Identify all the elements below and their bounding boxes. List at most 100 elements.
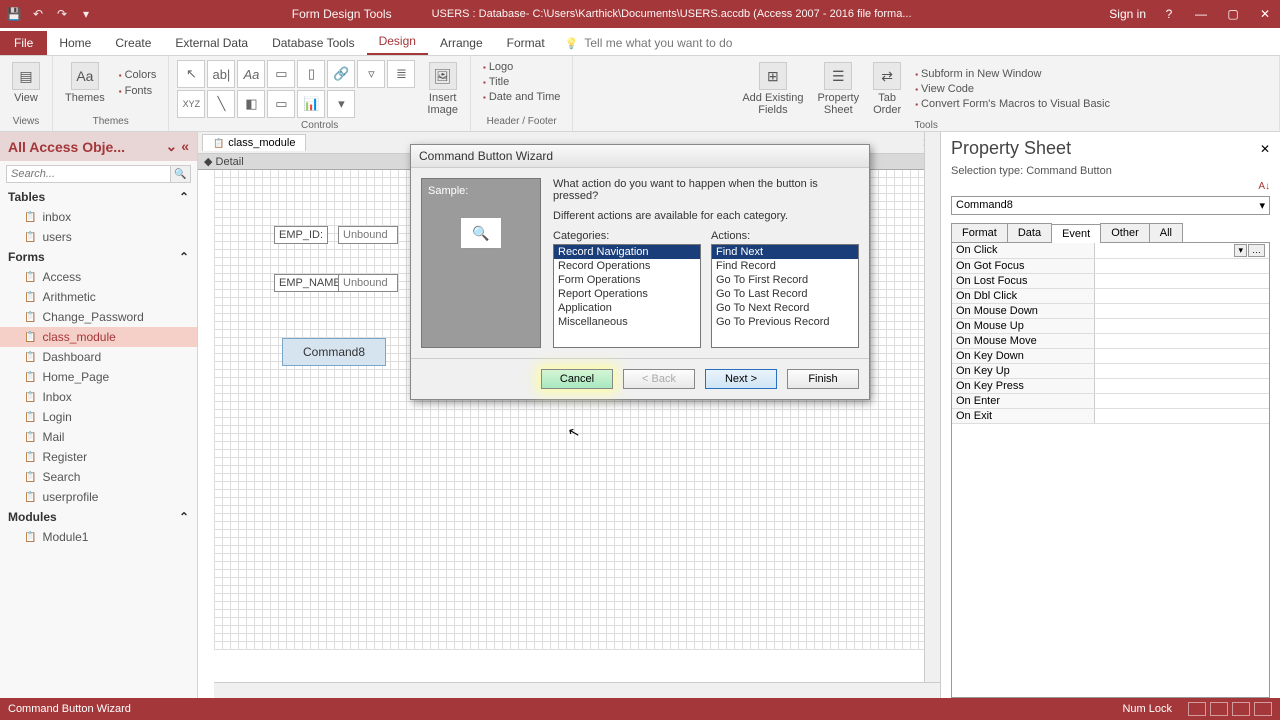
label-emp-id[interactable]: EMP_ID: xyxy=(274,226,328,244)
nav-item-users[interactable]: users xyxy=(0,227,197,247)
undo-icon[interactable]: ↶ xyxy=(30,6,46,22)
nav-dropdown-icon[interactable]: ⌄ xyxy=(165,138,177,155)
sort-icon[interactable]: A↓ xyxy=(1258,181,1270,192)
subform-newwindow-button[interactable]: Subform in New Window xyxy=(911,67,1114,81)
nav-category-tables[interactable]: Tables⌃ xyxy=(0,187,197,207)
view-code-button[interactable]: View Code xyxy=(911,82,1114,96)
minimize-icon[interactable]: — xyxy=(1192,5,1210,23)
property-tab-all[interactable]: All xyxy=(1149,223,1183,242)
tell-me-input[interactable]: Tell me what you want to do xyxy=(557,31,741,55)
nav-item-dashboard[interactable]: Dashboard xyxy=(0,347,197,367)
chart-control-icon[interactable]: 📊 xyxy=(297,90,325,118)
ribbon-tab-create[interactable]: Create xyxy=(103,31,163,55)
nav-header[interactable]: All Access Obje... ⌄« xyxy=(0,132,197,161)
signin-link[interactable]: Sign in xyxy=(1109,7,1146,21)
property-row[interactable]: On Enter xyxy=(952,394,1269,409)
categories-list[interactable]: Record NavigationRecord OperationsForm O… xyxy=(553,244,701,348)
file-tab[interactable]: File xyxy=(0,31,47,55)
list-item[interactable]: Miscellaneous xyxy=(554,315,700,329)
list-item[interactable]: Find Next xyxy=(712,245,858,259)
tab-control-icon[interactable]: ▯ xyxy=(297,60,325,88)
command8-button[interactable]: Command8 xyxy=(282,338,386,366)
property-row[interactable]: On Lost Focus xyxy=(952,274,1269,289)
view-button[interactable]: ▤View xyxy=(8,60,44,106)
list-item[interactable]: Record Operations xyxy=(554,259,700,273)
ribbon-tab-home[interactable]: Home xyxy=(47,31,103,55)
more-controls-icon[interactable]: ▾ xyxy=(327,90,355,118)
ribbon-tab-design[interactable]: Design xyxy=(367,29,428,55)
convert-macros-button[interactable]: Convert Form's Macros to Visual Basic xyxy=(911,97,1114,111)
nav-category-modules[interactable]: Modules⌃ xyxy=(0,507,197,527)
property-row[interactable]: On Click▾… xyxy=(952,243,1269,259)
textbox-emp-id[interactable]: Unbound xyxy=(338,226,398,244)
property-row[interactable]: On Mouse Move xyxy=(952,334,1269,349)
add-existing-fields-button[interactable]: ⊞Add Existing Fields xyxy=(738,60,807,118)
list-item[interactable]: Go To Last Record xyxy=(712,287,858,301)
redo-icon[interactable]: ↷ xyxy=(54,6,70,22)
list-item[interactable]: Go To Previous Record xyxy=(712,315,858,329)
vertical-scrollbar[interactable] xyxy=(924,132,940,682)
rect-control-icon[interactable]: ▭ xyxy=(267,90,295,118)
colors-button[interactable]: Colors xyxy=(115,68,161,82)
toggle-control-icon[interactable]: ◧ xyxy=(237,90,265,118)
list-item[interactable]: Form Operations xyxy=(554,273,700,287)
property-row[interactable]: On Got Focus xyxy=(952,259,1269,274)
list-item[interactable]: Record Navigation xyxy=(554,245,700,259)
property-row[interactable]: On Mouse Up xyxy=(952,319,1269,334)
nav-category-forms[interactable]: Forms⌃ xyxy=(0,247,197,267)
select-control-icon[interactable]: ↖ xyxy=(177,60,205,88)
tab-order-button[interactable]: ⇄Tab Order xyxy=(869,60,905,118)
line-control-icon[interactable]: ╲ xyxy=(207,90,235,118)
nav-item-inbox[interactable]: Inbox xyxy=(0,387,197,407)
ribbon-tab-database-tools[interactable]: Database Tools xyxy=(260,31,367,55)
actions-list[interactable]: Find NextFind RecordGo To First RecordGo… xyxy=(711,244,859,348)
nav-item-userprofile[interactable]: userprofile xyxy=(0,487,197,507)
property-row[interactable]: On Dbl Click xyxy=(952,289,1269,304)
textbox-emp-name[interactable]: Unbound xyxy=(338,274,398,292)
property-tab-event[interactable]: Event xyxy=(1051,224,1101,243)
controls-gallery[interactable]: ↖ ab| Aa ▭ ▯ 🔗 ▿ ≣ XYZ ╲ ◧ ▭ 📊 ▾ xyxy=(177,60,417,118)
nav-item-register[interactable]: Register xyxy=(0,447,197,467)
logo-button[interactable]: Logo xyxy=(479,60,564,74)
textbox-control-icon[interactable]: ab| xyxy=(207,60,235,88)
xyz-control-icon[interactable]: XYZ xyxy=(177,90,205,118)
nav-item-mail[interactable]: Mail xyxy=(0,427,197,447)
nav-item-home_page[interactable]: Home_Page xyxy=(0,367,197,387)
ribbon-tab-external-data[interactable]: External Data xyxy=(163,31,260,55)
nav-item-login[interactable]: Login xyxy=(0,407,197,427)
list-item[interactable]: Go To First Record xyxy=(712,273,858,287)
property-row[interactable]: On Exit xyxy=(952,409,1269,424)
search-icon[interactable]: 🔍 xyxy=(171,165,191,183)
title-button[interactable]: Title xyxy=(479,75,564,89)
property-sheet-button[interactable]: ☰Property Sheet xyxy=(814,60,864,118)
restore-icon[interactable]: ▢ xyxy=(1224,5,1242,23)
cancel-button[interactable]: Cancel xyxy=(541,369,613,389)
nav-item-change_password[interactable]: Change_Password xyxy=(0,307,197,327)
property-tab-other[interactable]: Other xyxy=(1100,223,1150,242)
view-switcher[interactable] xyxy=(1188,702,1272,716)
list-item[interactable]: Go To Next Record xyxy=(712,301,858,315)
list-item[interactable]: Find Record xyxy=(712,259,858,273)
nav-item-access[interactable]: Access xyxy=(0,267,197,287)
close-window-icon[interactable]: ✕ xyxy=(1256,5,1274,23)
save-icon[interactable]: 💾 xyxy=(6,6,22,22)
fonts-button[interactable]: Fonts xyxy=(115,84,161,98)
nav-item-search[interactable]: Search xyxy=(0,467,197,487)
horizontal-scrollbar[interactable] xyxy=(214,682,940,698)
finish-button[interactable]: Finish xyxy=(787,369,859,389)
combo-control-icon[interactable]: ▿ xyxy=(357,60,385,88)
property-row[interactable]: On Mouse Down xyxy=(952,304,1269,319)
property-row[interactable]: On Key Down xyxy=(952,349,1269,364)
qat-customize-icon[interactable]: ▾ xyxy=(78,6,94,22)
property-tab-data[interactable]: Data xyxy=(1007,223,1052,242)
property-tab-format[interactable]: Format xyxy=(951,223,1008,242)
ribbon-tab-format[interactable]: Format xyxy=(495,31,557,55)
property-row[interactable]: On Key Up xyxy=(952,364,1269,379)
help-icon[interactable]: ? xyxy=(1160,5,1178,23)
property-sheet-close-icon[interactable]: ✕ xyxy=(1260,142,1270,156)
list-control-icon[interactable]: ≣ xyxy=(387,60,415,88)
nav-item-module1[interactable]: Module1 xyxy=(0,527,197,547)
label-control-icon[interactable]: Aa xyxy=(237,60,265,88)
nav-collapse-icon[interactable]: « xyxy=(181,138,189,155)
nav-search-input[interactable] xyxy=(6,165,171,183)
